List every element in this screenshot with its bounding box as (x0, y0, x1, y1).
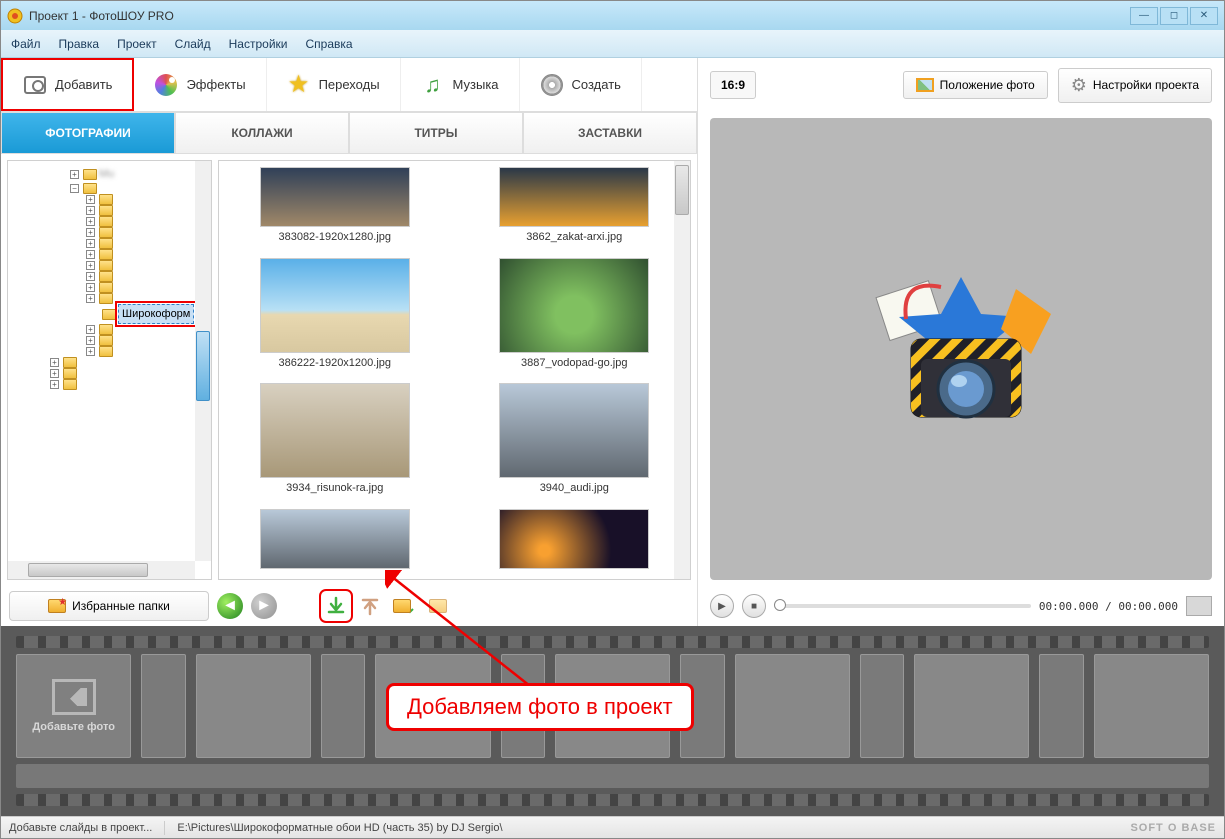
favorites-button[interactable]: ★ Избранные папки (9, 591, 209, 621)
add-button[interactable]: Добавить (1, 58, 134, 111)
thumbnail-item[interactable]: 3934_risunok-ra.jpg (225, 383, 445, 499)
folder-tree[interactable]: +Mu − + + + + + + + + + + Широкоформ + (7, 160, 212, 580)
transition-slot[interactable] (1039, 654, 1083, 758)
add-folder-button[interactable] (391, 593, 417, 619)
filmstrip-decoration (16, 794, 1209, 806)
menu-file[interactable]: Файл (11, 37, 41, 51)
remove-folder-button[interactable] (425, 593, 451, 619)
effects-button[interactable]: Эффекты (134, 58, 266, 111)
tree-selected-folder[interactable]: Широкоформ (118, 304, 194, 324)
window-title: Проект 1 - ФотоШОУ PRO (29, 9, 1130, 23)
menu-bar: Файл Правка Проект Слайд Настройки Справ… (1, 30, 1224, 58)
maximize-button[interactable]: ◻ (1160, 7, 1188, 25)
tree-vertical-scrollbar[interactable] (195, 161, 211, 561)
disc-icon (540, 73, 564, 97)
thumbnail-item[interactable] (465, 509, 685, 574)
menu-settings[interactable]: Настройки (229, 37, 288, 51)
menu-edit[interactable]: Правка (59, 37, 100, 51)
add-to-project-button[interactable] (323, 593, 349, 619)
folder-star-icon: ★ (48, 599, 66, 613)
gear-icon: ⚙ (1071, 75, 1087, 96)
tab-photos[interactable]: ФОТОГРАФИИ (1, 112, 175, 154)
music-icon: ♫ (421, 73, 445, 97)
transitions-button[interactable]: ★ Переходы (267, 58, 401, 111)
tab-collages[interactable]: КОЛЛАЖИ (175, 112, 349, 154)
audio-track[interactable] (16, 764, 1209, 788)
filmstrip-decoration (16, 636, 1209, 648)
palette-icon (154, 73, 178, 97)
minimize-button[interactable]: — (1130, 7, 1158, 25)
slide-slot[interactable] (914, 654, 1029, 758)
remove-from-project-button[interactable] (357, 593, 383, 619)
time-display: 00:00.000 / 00:00.000 (1039, 600, 1178, 613)
placeholder-image-icon (52, 679, 96, 715)
photo-position-button[interactable]: Положение фото (903, 71, 1048, 99)
transition-slot[interactable] (860, 654, 904, 758)
slide-slot[interactable] (1094, 654, 1209, 758)
status-bar: Добавьте слайды в проект... E:\Pictures\… (1, 816, 1224, 838)
camera-icon (23, 73, 47, 97)
menu-help[interactable]: Справка (305, 37, 352, 51)
transition-slot[interactable] (141, 654, 185, 758)
menu-slide[interactable]: Слайд (175, 37, 211, 51)
app-icon (7, 8, 23, 24)
add-photo-slot[interactable]: Добавьте фото (16, 654, 131, 758)
thumbnail-item[interactable]: 383082-1920x1280.jpg (225, 167, 445, 248)
play-button[interactable]: ▶ (710, 594, 734, 618)
thumbnail-item[interactable]: 386222-1920x1200.jpg (225, 258, 445, 374)
main-toolbar: Добавить Эффекты ★ Переходы ♫ Музыка Соз… (1, 58, 697, 112)
fullscreen-button[interactable] (1186, 596, 1212, 616)
project-settings-button[interactable]: ⚙ Настройки проекта (1058, 68, 1212, 103)
thumbnail-item[interactable]: 3940_audi.jpg (465, 383, 685, 499)
menu-project[interactable]: Проект (117, 37, 157, 51)
thumbnail-item[interactable]: 3887_vodopad-go.jpg (465, 258, 685, 374)
thumbnails-panel: 383082-1920x1280.jpg 3862_zakat-arxi.jpg… (218, 160, 691, 580)
preview-area (710, 118, 1212, 580)
app-logo-icon (851, 259, 1071, 439)
status-hint: Добавьте слайды в проект... (9, 822, 152, 834)
sub-tabs: ФОТОГРАФИИ КОЛЛАЖИ ТИТРЫ ЗАСТАВКИ (1, 112, 697, 154)
thumbnails-scrollbar[interactable] (674, 161, 690, 579)
create-button[interactable]: Создать (520, 58, 642, 111)
close-button[interactable]: ✕ (1190, 7, 1218, 25)
seek-slider[interactable] (774, 604, 1031, 608)
picture-icon (916, 78, 934, 92)
thumbnail-item[interactable] (225, 509, 445, 574)
folder-down-icon (393, 599, 411, 613)
stop-button[interactable]: ■ (742, 594, 766, 618)
transition-slot[interactable] (321, 654, 365, 758)
aspect-ratio-button[interactable]: 16:9 (710, 71, 756, 99)
slide-slot[interactable] (735, 654, 850, 758)
star-icon: ★ (287, 73, 311, 97)
annotation-callout: Добавляем фото в проект (386, 683, 694, 731)
title-bar: Проект 1 - ФотоШОУ PRO — ◻ ✕ (1, 1, 1224, 30)
status-path: E:\Pictures\Широкоформатные обои HD (час… (177, 822, 502, 834)
music-button[interactable]: ♫ Музыка (401, 58, 520, 111)
nav-back-button[interactable]: ◄ (217, 593, 243, 619)
tree-horizontal-scrollbar[interactable] (8, 561, 195, 579)
thumbnail-item[interactable]: 3862_zakat-arxi.jpg (465, 167, 685, 248)
nav-forward-button[interactable]: ► (251, 593, 277, 619)
watermark: SOFT O BASE (1130, 822, 1216, 834)
tab-titles[interactable]: ТИТРЫ (349, 112, 523, 154)
tab-splash[interactable]: ЗАСТАВКИ (523, 112, 697, 154)
slide-slot[interactable] (196, 654, 311, 758)
folder-up-icon (429, 599, 447, 613)
